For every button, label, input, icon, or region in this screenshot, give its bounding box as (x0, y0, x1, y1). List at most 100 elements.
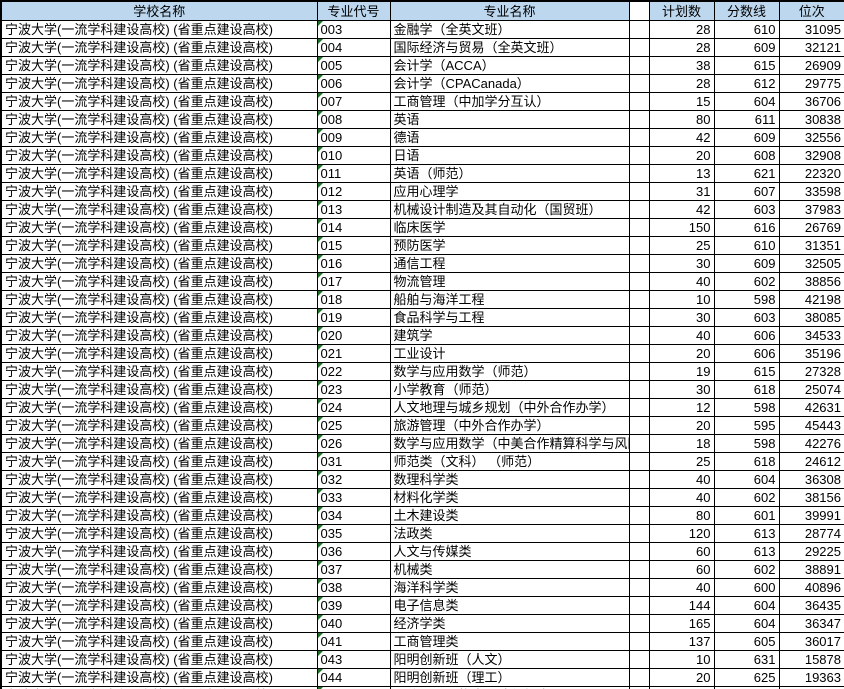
school-name-cell[interactable]: 宁波大学(一流学科建设高校) (省重点建设高校) (0, 398, 318, 417)
spacer-cell[interactable] (628, 272, 650, 291)
rank-cell[interactable]: 22320 (778, 164, 844, 183)
score-line-cell[interactable]: 598 (713, 398, 780, 417)
score-line-cell[interactable]: 616 (713, 218, 780, 237)
school-name-cell[interactable]: 宁波大学(一流学科建设高校) (省重点建设高校) (0, 614, 318, 633)
plan-count-cell[interactable]: 42 (648, 128, 715, 147)
major-code-cell[interactable]: 019 (316, 308, 391, 327)
school-name-cell[interactable]: 宁波大学(一流学科建设高校) (省重点建设高校) (0, 524, 318, 543)
major-name-cell[interactable]: 国际经济与贸易（全英文班） (389, 38, 630, 57)
score-line-cell[interactable]: 608 (713, 146, 780, 165)
plan-count-cell[interactable]: 40 (648, 272, 715, 291)
plan-count-cell[interactable]: 15 (648, 92, 715, 111)
major-code-cell[interactable]: 026 (316, 434, 391, 453)
score-line-cell[interactable]: 612 (713, 74, 780, 93)
plan-count-cell[interactable]: 40 (648, 488, 715, 507)
major-code-cell[interactable]: 038 (316, 578, 391, 597)
major-code-cell[interactable]: 043 (316, 650, 391, 669)
school-name-cell[interactable]: 宁波大学(一流学科建设高校) (省重点建设高校) (0, 200, 318, 219)
rank-cell[interactable]: 36347 (778, 614, 844, 633)
rank-cell[interactable]: 36706 (778, 92, 844, 111)
school-name-cell[interactable]: 宁波大学(一流学科建设高校) (省重点建设高校) (0, 668, 318, 687)
school-name-cell[interactable]: 宁波大学(一流学科建设高校) (省重点建设高校) (0, 308, 318, 327)
spacer-cell[interactable] (628, 344, 650, 363)
school-name-cell[interactable]: 宁波大学(一流学科建设高校) (省重点建设高校) (0, 416, 318, 435)
major-code-cell[interactable]: 006 (316, 74, 391, 93)
spacer-cell[interactable] (628, 398, 650, 417)
plan-count-cell[interactable]: 28 (648, 74, 715, 93)
major-code-cell[interactable]: 009 (316, 128, 391, 147)
spacer-cell[interactable] (628, 578, 650, 597)
score-line-cell[interactable]: 621 (713, 164, 780, 183)
score-line-cell[interactable]: 598 (713, 290, 780, 309)
major-name-cell[interactable]: 工业设计 (389, 344, 630, 363)
school-name-cell[interactable]: 宁波大学(一流学科建设高校) (省重点建设高校) (0, 362, 318, 381)
school-name-cell[interactable]: 宁波大学(一流学科建设高校) (省重点建设高校) (0, 488, 318, 507)
spacer-cell[interactable] (628, 110, 650, 129)
plan-count-cell[interactable]: 38 (648, 56, 715, 75)
plan-count-cell[interactable]: 18 (648, 434, 715, 453)
score-line-cell[interactable]: 605 (713, 632, 780, 651)
major-name-cell[interactable]: 材料化学类 (389, 488, 630, 507)
major-code-cell[interactable]: 016 (316, 254, 391, 273)
major-name-cell[interactable]: 日语 (389, 146, 630, 165)
plan-count-cell[interactable]: 165 (648, 614, 715, 633)
major-name-cell[interactable]: 工商管理（中加学分互认） (389, 92, 630, 111)
plan-count-cell[interactable]: 137 (648, 632, 715, 651)
rank-cell[interactable]: 40896 (778, 578, 844, 597)
spacer-cell[interactable] (628, 614, 650, 633)
rank-cell[interactable]: 35196 (778, 344, 844, 363)
plan-count-cell[interactable]: 10 (648, 650, 715, 669)
plan-count-cell[interactable]: 20 (648, 416, 715, 435)
major-code-cell[interactable]: 035 (316, 524, 391, 543)
spacer-cell[interactable] (628, 20, 650, 39)
rank-cell[interactable]: 31095 (778, 20, 844, 39)
plan-count-cell[interactable]: 30 (648, 380, 715, 399)
score-line-cell[interactable]: 604 (713, 470, 780, 489)
major-name-cell[interactable]: 应用心理学 (389, 182, 630, 201)
score-line-cell[interactable]: 609 (713, 38, 780, 57)
school-name-cell[interactable]: 宁波大学(一流学科建设高校) (省重点建设高校) (0, 74, 318, 93)
major-code-cell[interactable]: 032 (316, 470, 391, 489)
school-name-cell[interactable]: 宁波大学(一流学科建设高校) (省重点建设高校) (0, 542, 318, 561)
rank-cell[interactable]: 42276 (778, 434, 844, 453)
school-name-cell[interactable]: 宁波大学(一流学科建设高校) (省重点建设高校) (0, 164, 318, 183)
major-name-cell[interactable]: 电子信息类 (389, 596, 630, 615)
plan-count-cell[interactable]: 25 (648, 452, 715, 471)
plan-count-cell[interactable]: 40 (648, 578, 715, 597)
score-line-cell[interactable]: 603 (713, 200, 780, 219)
spacer-cell[interactable] (628, 488, 650, 507)
score-line-cell[interactable]: 613 (713, 542, 780, 561)
plan-count-cell[interactable]: 42 (648, 200, 715, 219)
score-line-cell[interactable]: 602 (713, 272, 780, 291)
school-name-cell[interactable]: 宁波大学(一流学科建设高校) (省重点建设高校) (0, 218, 318, 237)
major-code-cell[interactable]: 018 (316, 290, 391, 309)
school-name-cell[interactable]: 宁波大学(一流学科建设高校) (省重点建设高校) (0, 236, 318, 255)
score-line-cell[interactable]: 613 (713, 524, 780, 543)
score-line-cell[interactable]: 603 (713, 308, 780, 327)
spacer-cell[interactable] (628, 380, 650, 399)
major-code-cell[interactable]: 031 (316, 452, 391, 471)
score-line-cell[interactable]: 601 (713, 506, 780, 525)
plan-count-cell[interactable]: 30 (648, 254, 715, 273)
major-name-cell[interactable]: 机械设计制造及其自动化（国贸班） (389, 200, 630, 219)
major-name-cell[interactable]: 经济学类 (389, 614, 630, 633)
major-code-cell[interactable]: 007 (316, 92, 391, 111)
school-name-cell[interactable]: 宁波大学(一流学科建设高校) (省重点建设高校) (0, 470, 318, 489)
header-score-line[interactable]: 分数线 (713, 0, 780, 21)
major-code-cell[interactable]: 024 (316, 398, 391, 417)
rank-cell[interactable]: 38085 (778, 308, 844, 327)
rank-cell[interactable]: 32505 (778, 254, 844, 273)
plan-count-cell[interactable]: 20 (648, 668, 715, 687)
school-name-cell[interactable]: 宁波大学(一流学科建设高校) (省重点建设高校) (0, 434, 318, 453)
score-line-cell[interactable]: 615 (713, 362, 780, 381)
rank-cell[interactable]: 37983 (778, 200, 844, 219)
plan-count-cell[interactable]: 20 (648, 344, 715, 363)
score-line-cell[interactable]: 607 (713, 182, 780, 201)
school-name-cell[interactable]: 宁波大学(一流学科建设高校) (省重点建设高校) (0, 326, 318, 345)
plan-count-cell[interactable]: 28 (648, 20, 715, 39)
spacer-cell[interactable] (628, 74, 650, 93)
header-major-name[interactable]: 专业名称 (389, 0, 630, 21)
score-line-cell[interactable]: 610 (713, 20, 780, 39)
spacer-cell[interactable] (628, 254, 650, 273)
rank-cell[interactable]: 34533 (778, 326, 844, 345)
